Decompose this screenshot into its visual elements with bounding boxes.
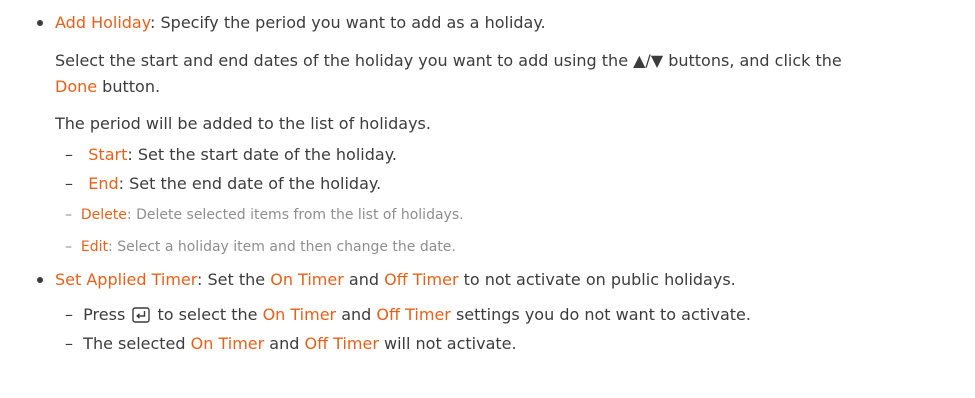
on-timer-label: On Timer (190, 334, 265, 353)
set-applied-timer-item: Set Applied Timer: Set the On Timer and … (55, 269, 736, 291)
instructions-text: Select the start and end dates of the ho… (55, 51, 842, 70)
edit-label: Edit (80, 239, 109, 255)
enter-icon (132, 307, 151, 323)
not-activate-text: will not activate. (378, 334, 517, 353)
off-timer-label: Off Timer (304, 334, 379, 353)
dash: – (65, 305, 73, 324)
selected-text: The selected (83, 334, 191, 353)
on-timer-label: On Timer (270, 270, 344, 289)
and-text: and (336, 305, 377, 324)
add-holiday-item: Add Holiday: Specify the period you want… (55, 12, 546, 34)
instructions-text-end: button. (97, 77, 161, 96)
add-holiday-note: The period will be added to the list of … (55, 113, 431, 135)
delete-item: – Delete: Delete selected items from the… (65, 204, 464, 226)
off-timer-label: Off Timer (384, 270, 459, 289)
add-holiday-label: Add Holiday (55, 13, 151, 32)
dash: – (65, 145, 73, 164)
bullet (37, 20, 43, 26)
end-desc: : Set the end date of the holiday. (118, 174, 382, 193)
add-holiday-instructions-cont: Done button. (55, 76, 160, 98)
note-text: The period will be added to the list of … (55, 114, 431, 133)
settings-text: settings you do not want to activate. (450, 305, 751, 324)
done-label: Done (55, 77, 98, 96)
delete-label: Delete (80, 207, 127, 223)
and-text: and (264, 334, 305, 353)
selected-timer-item: – The selected On Timer and Off Timer wi… (65, 333, 517, 355)
off-timer-label: Off Timer (376, 305, 451, 324)
delete-desc: : Delete selected items from the list of… (126, 207, 464, 223)
edit-desc: : Select a holiday item and then change … (108, 239, 456, 255)
add-holiday-desc: : Specify the period you want to add as … (150, 13, 546, 32)
dash: – (65, 334, 73, 353)
end-item: – End: Set the end date of the holiday. (65, 173, 381, 195)
start-label: Start (88, 145, 128, 164)
bullet (37, 277, 43, 283)
set-applied-timer-label: Set Applied Timer (55, 270, 198, 289)
on-timer-label: On Timer (262, 305, 337, 324)
dash: – (65, 207, 72, 223)
timer-desc-b: to not activate on public holidays. (458, 270, 736, 289)
edit-item: – Edit: Select a holiday item and then c… (65, 236, 456, 258)
start-desc: : Set the start date of the holiday. (127, 145, 397, 164)
add-holiday-instructions: Select the start and end dates of the ho… (55, 50, 842, 72)
dash: – (65, 174, 73, 193)
timer-desc-a: : Set the (197, 270, 271, 289)
dash: – (65, 239, 72, 255)
press-enter-item: – Press to select the On Timer and Off T… (65, 304, 751, 326)
end-label: End (88, 174, 119, 193)
timer-desc-and: and (343, 270, 385, 289)
press-text: Press (83, 305, 131, 324)
select-text: to select the (152, 305, 263, 324)
start-item: – Start: Set the start date of the holid… (65, 144, 397, 166)
